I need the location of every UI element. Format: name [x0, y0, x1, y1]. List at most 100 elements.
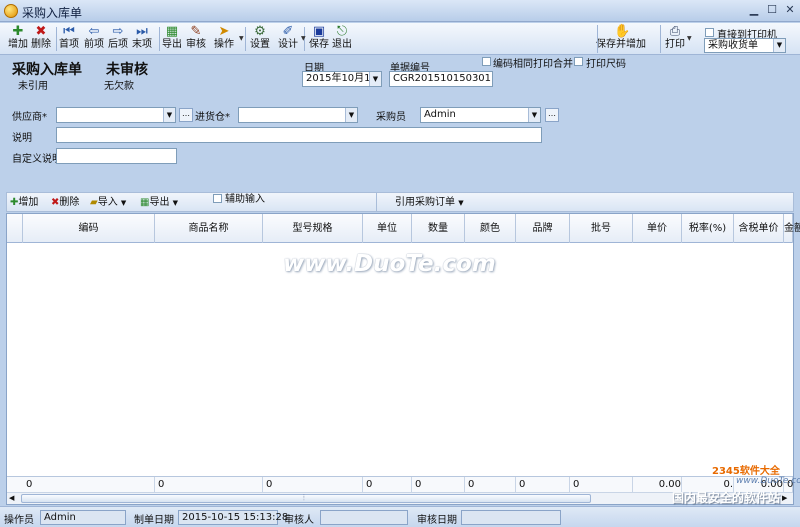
prev-icon: ⇦ [88, 24, 100, 39]
chevron-down-icon[interactable]: ▼ [528, 108, 540, 122]
column-header[interactable]: 编码 [23, 214, 155, 243]
audit-label: 审核 [186, 39, 206, 50]
close-icon[interactable]: ✕ [782, 4, 798, 18]
print-size-checkbox[interactable] [574, 57, 583, 66]
column-header[interactable]: 税率(%) [682, 214, 734, 243]
custom-note-field[interactable] [56, 148, 177, 164]
save-add-button[interactable]: ✋ 保存并增加 [595, 24, 647, 54]
total-cell: 0 [465, 477, 516, 492]
audit-date-field [461, 510, 561, 525]
exit-button[interactable]: ⎋ 退出 [331, 24, 353, 54]
prev-button[interactable]: ⇦ 前项 [83, 24, 105, 54]
grid-import-button[interactable]: ▰导入 ▼ [90, 195, 126, 211]
supplier-select[interactable]: ▼ [56, 107, 176, 123]
last-button[interactable]: ⏭ 末项 [131, 24, 153, 54]
total-cell: 0 [516, 477, 570, 492]
note-field[interactable] [56, 127, 542, 143]
warehouse-select[interactable]: ▼ [238, 107, 358, 123]
buyer-select[interactable]: Admin ▼ [420, 107, 541, 123]
column-header[interactable]: 批号 [570, 214, 633, 243]
grid-add-button[interactable]: ✚增加 [10, 195, 38, 211]
reference-order-button[interactable]: 引用采购订单 ▼ [395, 195, 464, 211]
title-bar: 采购入库单 ▁ ☐ ✕ [0, 0, 800, 22]
print-label: 打印 [665, 39, 685, 50]
design-icon: ✐ [282, 24, 294, 39]
buyer-browse-button[interactable]: … [545, 108, 559, 122]
slogan-watermark: 国内最安全的软件站 [672, 491, 781, 505]
auditor-label: 审核人 [284, 515, 314, 526]
operate-icon: ➤ [218, 24, 230, 39]
add-icon: ✚ [12, 24, 24, 39]
chevron-down-icon[interactable]: ▼ [163, 108, 175, 122]
chevron-down-icon[interactable]: ▼ [239, 35, 244, 42]
operate-button[interactable]: ➤ 操作 [211, 24, 237, 54]
delete-button[interactable]: ✖ 删除 [30, 24, 52, 54]
assist-input-checkbox[interactable] [213, 194, 222, 203]
save-button[interactable]: ▣ 保存 [308, 24, 330, 54]
settings-button[interactable]: ⚙ 设置 [249, 24, 271, 54]
window-title: 采购入库单 [22, 6, 83, 20]
import-icon: ▰ [90, 197, 98, 208]
created-date-field: 2015-10-15 15:13:28 [178, 510, 288, 525]
chevron-down-icon[interactable]: ▼ [173, 199, 178, 207]
operate-label: 操作 [214, 39, 234, 50]
supplier-browse-button[interactable]: … [179, 108, 193, 122]
scroll-left-icon[interactable]: ◀ [9, 494, 14, 502]
exit-label: 退出 [332, 39, 352, 50]
chevron-down-icon[interactable]: ▼ [345, 108, 357, 122]
reference-status: 未引用 [18, 81, 48, 92]
add-label: 增加 [8, 39, 28, 50]
column-header[interactable]: 型号规格 [263, 214, 363, 243]
grid-header: 编码 商品名称 型号规格 单位 数量 颜色 品牌 批号 单价 税率(%) 含税单价 金额 [7, 214, 800, 243]
auditor-field [320, 510, 408, 525]
column-header[interactable]: 商品名称 [155, 214, 263, 243]
buyer-value: Admin [424, 109, 456, 120]
grid-delete-button[interactable]: ✖删除 [51, 195, 79, 211]
column-header[interactable]: 单位 [363, 214, 412, 243]
delete-icon: ✖ [35, 24, 47, 39]
first-button[interactable]: ⏮ 首项 [58, 24, 80, 54]
export-button[interactable]: ▦ 导出 [161, 24, 183, 54]
column-header[interactable]: 单价 [633, 214, 682, 243]
chevron-down-icon[interactable]: ▼ [773, 39, 785, 52]
chevron-down-icon[interactable]: ▼ [301, 35, 306, 42]
operator-label: 操作员 [4, 515, 34, 526]
print-button[interactable]: ⎙ 打印 [661, 24, 689, 54]
design-button[interactable]: ✐ 设计 [276, 24, 300, 54]
first-icon: ⏮ [63, 24, 75, 39]
grid-export-button[interactable]: ▦导出 ▼ [140, 195, 178, 211]
direct-print-checkbox[interactable] [705, 28, 714, 37]
assist-input-label: 辅助输入 [225, 194, 265, 205]
doc-no-field[interactable]: CGR201510150301 [389, 71, 493, 87]
maximize-icon[interactable]: ☐ [764, 4, 780, 18]
total-cell: 0 [363, 477, 412, 492]
scroll-right-icon[interactable]: ▶ [782, 494, 787, 502]
add-button[interactable]: ✚ 增加 [3, 24, 33, 54]
warehouse-label: 进货仓* [195, 112, 230, 123]
column-header[interactable]: 含税单价 [734, 214, 784, 243]
delete-label: 删除 [31, 39, 51, 50]
next-button[interactable]: ⇨ 后项 [107, 24, 129, 54]
settings-icon: ⚙ [254, 24, 266, 39]
payment-status: 无欠款 [104, 81, 134, 92]
chevron-down-icon[interactable]: ▼ [687, 35, 692, 42]
column-header[interactable]: 数量 [412, 214, 465, 243]
column-header[interactable]: 颜色 [465, 214, 516, 243]
print-icon: ⎙ [669, 24, 681, 39]
date-picker[interactable]: 2015年10月15E ▼ [302, 71, 382, 87]
prev-label: 前项 [84, 39, 104, 50]
chevron-down-icon[interactable]: ▼ [369, 72, 381, 86]
chevron-down-icon[interactable]: ▼ [121, 199, 126, 207]
export-label: 导出 [162, 39, 182, 50]
audit-date-label: 审核日期 [417, 515, 457, 526]
column-header[interactable]: 品牌 [516, 214, 570, 243]
audit-button[interactable]: ✎ 审核 [185, 24, 207, 54]
merge-print-checkbox[interactable] [482, 57, 491, 66]
scrollbar-thumb[interactable] [21, 494, 591, 503]
design-label: 设计 [278, 39, 298, 50]
print-template-select[interactable]: 采购收货单 ▼ [704, 38, 786, 53]
column-header[interactable]: 金额 [784, 214, 800, 243]
chevron-down-icon[interactable]: ▼ [458, 199, 463, 207]
minimize-icon[interactable]: ▁ [746, 4, 762, 18]
toolbar-separator [660, 25, 661, 53]
